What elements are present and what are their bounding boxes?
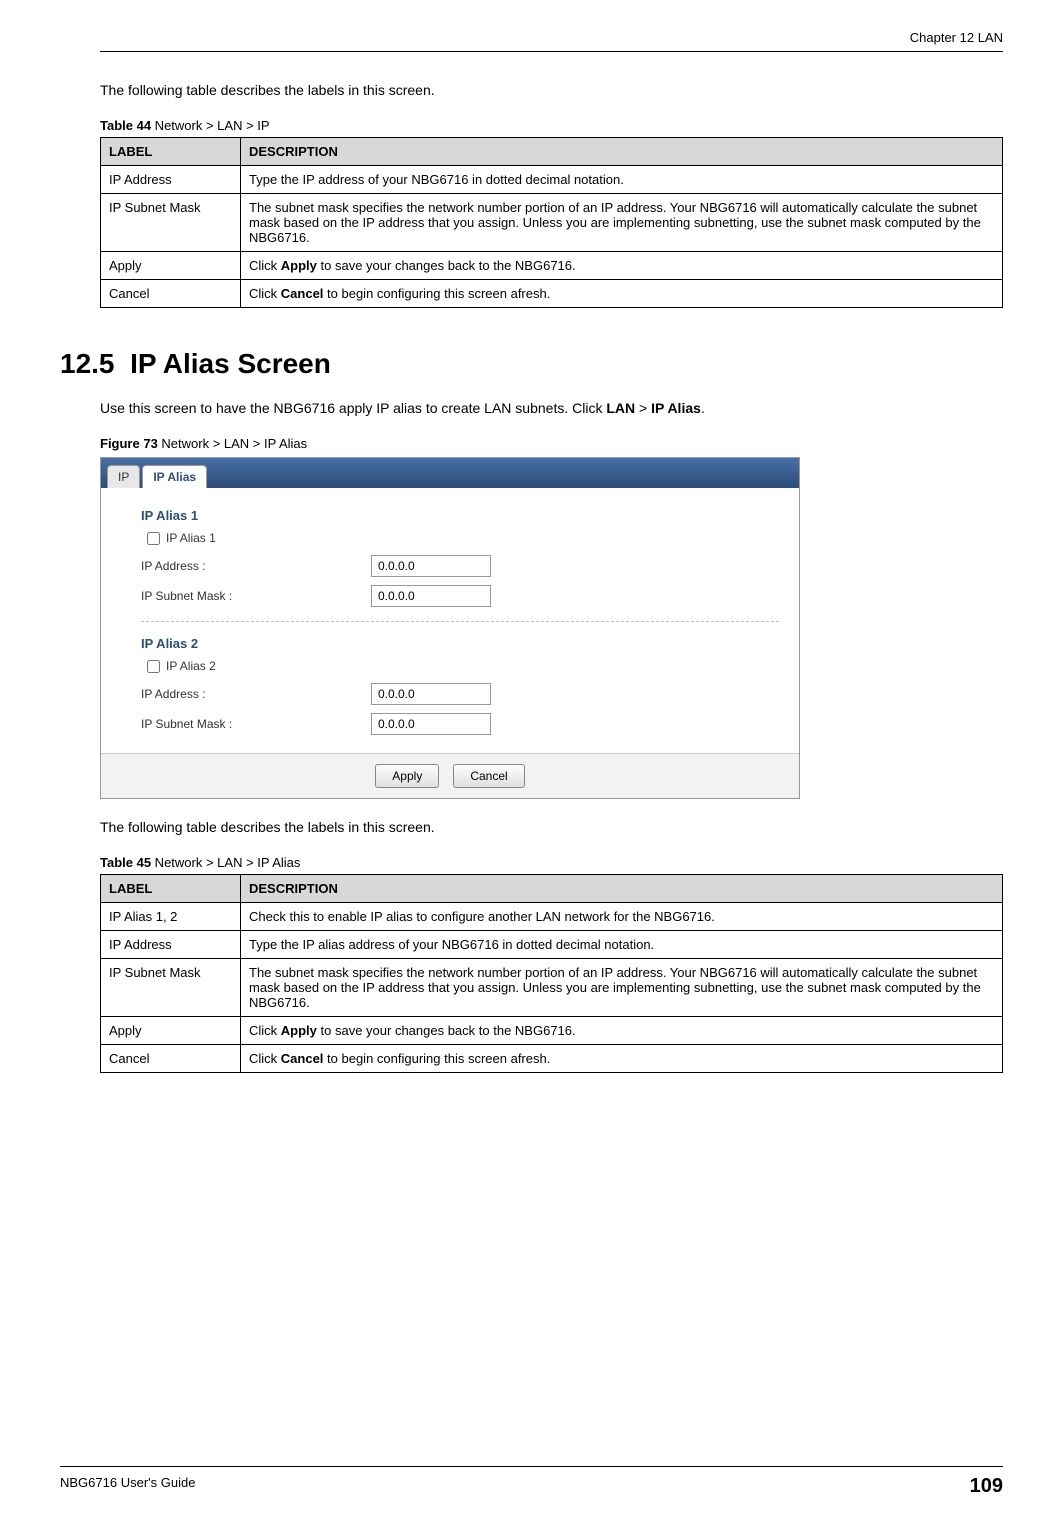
alias2-checkbox[interactable]: [147, 660, 160, 673]
table45-caption-text: Network > LAN > IP Alias: [151, 855, 300, 870]
table44-r3-label: Cancel: [101, 280, 241, 308]
alias1-checkbox-row: IP Alias 1: [147, 531, 779, 545]
table44-r2-label: Apply: [101, 252, 241, 280]
alias1-checkbox[interactable]: [147, 532, 160, 545]
table-row: IP Alias 1, 2 Check this to enable IP al…: [101, 903, 1003, 931]
table-row: IP Subnet Mask The subnet mask specifies…: [101, 959, 1003, 1017]
alias2-ip-row: IP Address :: [141, 683, 779, 705]
table-row: Cancel Click Cancel to begin configuring…: [101, 280, 1003, 308]
tab-bar: IP IP Alias: [101, 458, 799, 488]
table45-r1-label: IP Address: [101, 931, 241, 959]
section-title: IP Alias Screen: [130, 348, 331, 379]
tab-ip-alias[interactable]: IP Alias: [142, 465, 207, 488]
table-row: IP Subnet Mask The subnet mask specifies…: [101, 194, 1003, 252]
table45-r4-label: Cancel: [101, 1045, 241, 1073]
alias1-ip-input[interactable]: [371, 555, 491, 577]
footer-guide-name: NBG6716 User's Guide: [60, 1475, 195, 1498]
alias1-title: IP Alias 1: [141, 508, 779, 523]
alias2-mask-row: IP Subnet Mask :: [141, 713, 779, 735]
apply-button[interactable]: Apply: [375, 764, 439, 788]
alias2-mask-input[interactable]: [371, 713, 491, 735]
alias1-ip-label: IP Address :: [141, 559, 371, 573]
table-row: Apply Click Apply to save your changes b…: [101, 1017, 1003, 1045]
figure73-num: Figure 73: [100, 436, 158, 451]
table44-r0-label: IP Address: [101, 166, 241, 194]
button-row: Apply Cancel: [101, 753, 799, 798]
table45-r0-label: IP Alias 1, 2: [101, 903, 241, 931]
table-row: IP Address Type the IP address of your N…: [101, 166, 1003, 194]
page-header-chapter: Chapter 12 LAN: [100, 30, 1003, 52]
table45-header-desc: DESCRIPTION: [241, 875, 1003, 903]
intro-text-2: The following table describes the labels…: [100, 819, 1003, 835]
intro-text-1: The following table describes the labels…: [100, 82, 1003, 98]
table44-caption: Table 44 Network > LAN > IP: [100, 118, 1003, 133]
alias1-mask-label: IP Subnet Mask :: [141, 589, 371, 603]
table45-r2-label: IP Subnet Mask: [101, 959, 241, 1017]
table44-r0-desc: Type the IP address of your NBG6716 in d…: [241, 166, 1003, 194]
alias2-ip-input[interactable]: [371, 683, 491, 705]
alias1-mask-input[interactable]: [371, 585, 491, 607]
table45-r1-desc: Type the IP alias address of your NBG671…: [241, 931, 1003, 959]
section-number: 12.5: [60, 348, 115, 379]
footer-page-number: 109: [970, 1475, 1003, 1498]
figure-content: IP Alias 1 IP Alias 1 IP Address : IP Su…: [101, 488, 799, 753]
table-row: IP Address Type the IP alias address of …: [101, 931, 1003, 959]
alias2-ip-label: IP Address :: [141, 687, 371, 701]
page-footer: NBG6716 User's Guide 109: [60, 1466, 1003, 1498]
table45-r0-desc: Check this to enable IP alias to configu…: [241, 903, 1003, 931]
table45-num: Table 45: [100, 855, 151, 870]
table44-header-label: LABEL: [101, 138, 241, 166]
alias1-checkbox-label: IP Alias 1: [166, 531, 216, 545]
ip-alias-screenshot: IP IP Alias IP Alias 1 IP Alias 1 IP Add…: [100, 457, 800, 799]
cancel-button[interactable]: Cancel: [453, 764, 524, 788]
figure73-caption-text: Network > LAN > IP Alias: [158, 436, 307, 451]
section-divider: [141, 621, 779, 622]
table44-header-desc: DESCRIPTION: [241, 138, 1003, 166]
alias2-title: IP Alias 2: [141, 636, 779, 651]
figure73-caption: Figure 73 Network > LAN > IP Alias: [100, 436, 1003, 451]
alias1-mask-row: IP Subnet Mask :: [141, 585, 779, 607]
table44-r1-label: IP Subnet Mask: [101, 194, 241, 252]
table45-r3-label: Apply: [101, 1017, 241, 1045]
table-row: Apply Click Apply to save your changes b…: [101, 252, 1003, 280]
alias2-checkbox-label: IP Alias 2: [166, 659, 216, 673]
table45-r3-desc: Click Apply to save your changes back to…: [241, 1017, 1003, 1045]
table44-r1-desc: The subnet mask specifies the network nu…: [241, 194, 1003, 252]
table44-r2-desc: Click Apply to save your changes back to…: [241, 252, 1003, 280]
table45-r4-desc: Click Cancel to begin configuring this s…: [241, 1045, 1003, 1073]
table44: LABEL DESCRIPTION IP Address Type the IP…: [100, 137, 1003, 308]
table44-r3-desc: Click Cancel to begin configuring this s…: [241, 280, 1003, 308]
table45-r2-desc: The subnet mask specifies the network nu…: [241, 959, 1003, 1017]
table44-caption-text: Network > LAN > IP: [151, 118, 270, 133]
table45-header-label: LABEL: [101, 875, 241, 903]
alias1-ip-row: IP Address :: [141, 555, 779, 577]
table44-num: Table 44: [100, 118, 151, 133]
table45-caption: Table 45 Network > LAN > IP Alias: [100, 855, 1003, 870]
section-heading: 12.5 IP Alias Screen: [60, 348, 1003, 380]
table-row: Cancel Click Cancel to begin configuring…: [101, 1045, 1003, 1073]
section-paragraph: Use this screen to have the NBG6716 appl…: [100, 400, 1003, 416]
tab-ip[interactable]: IP: [107, 465, 140, 488]
alias2-mask-label: IP Subnet Mask :: [141, 717, 371, 731]
alias2-checkbox-row: IP Alias 2: [147, 659, 779, 673]
table45: LABEL DESCRIPTION IP Alias 1, 2 Check th…: [100, 874, 1003, 1073]
